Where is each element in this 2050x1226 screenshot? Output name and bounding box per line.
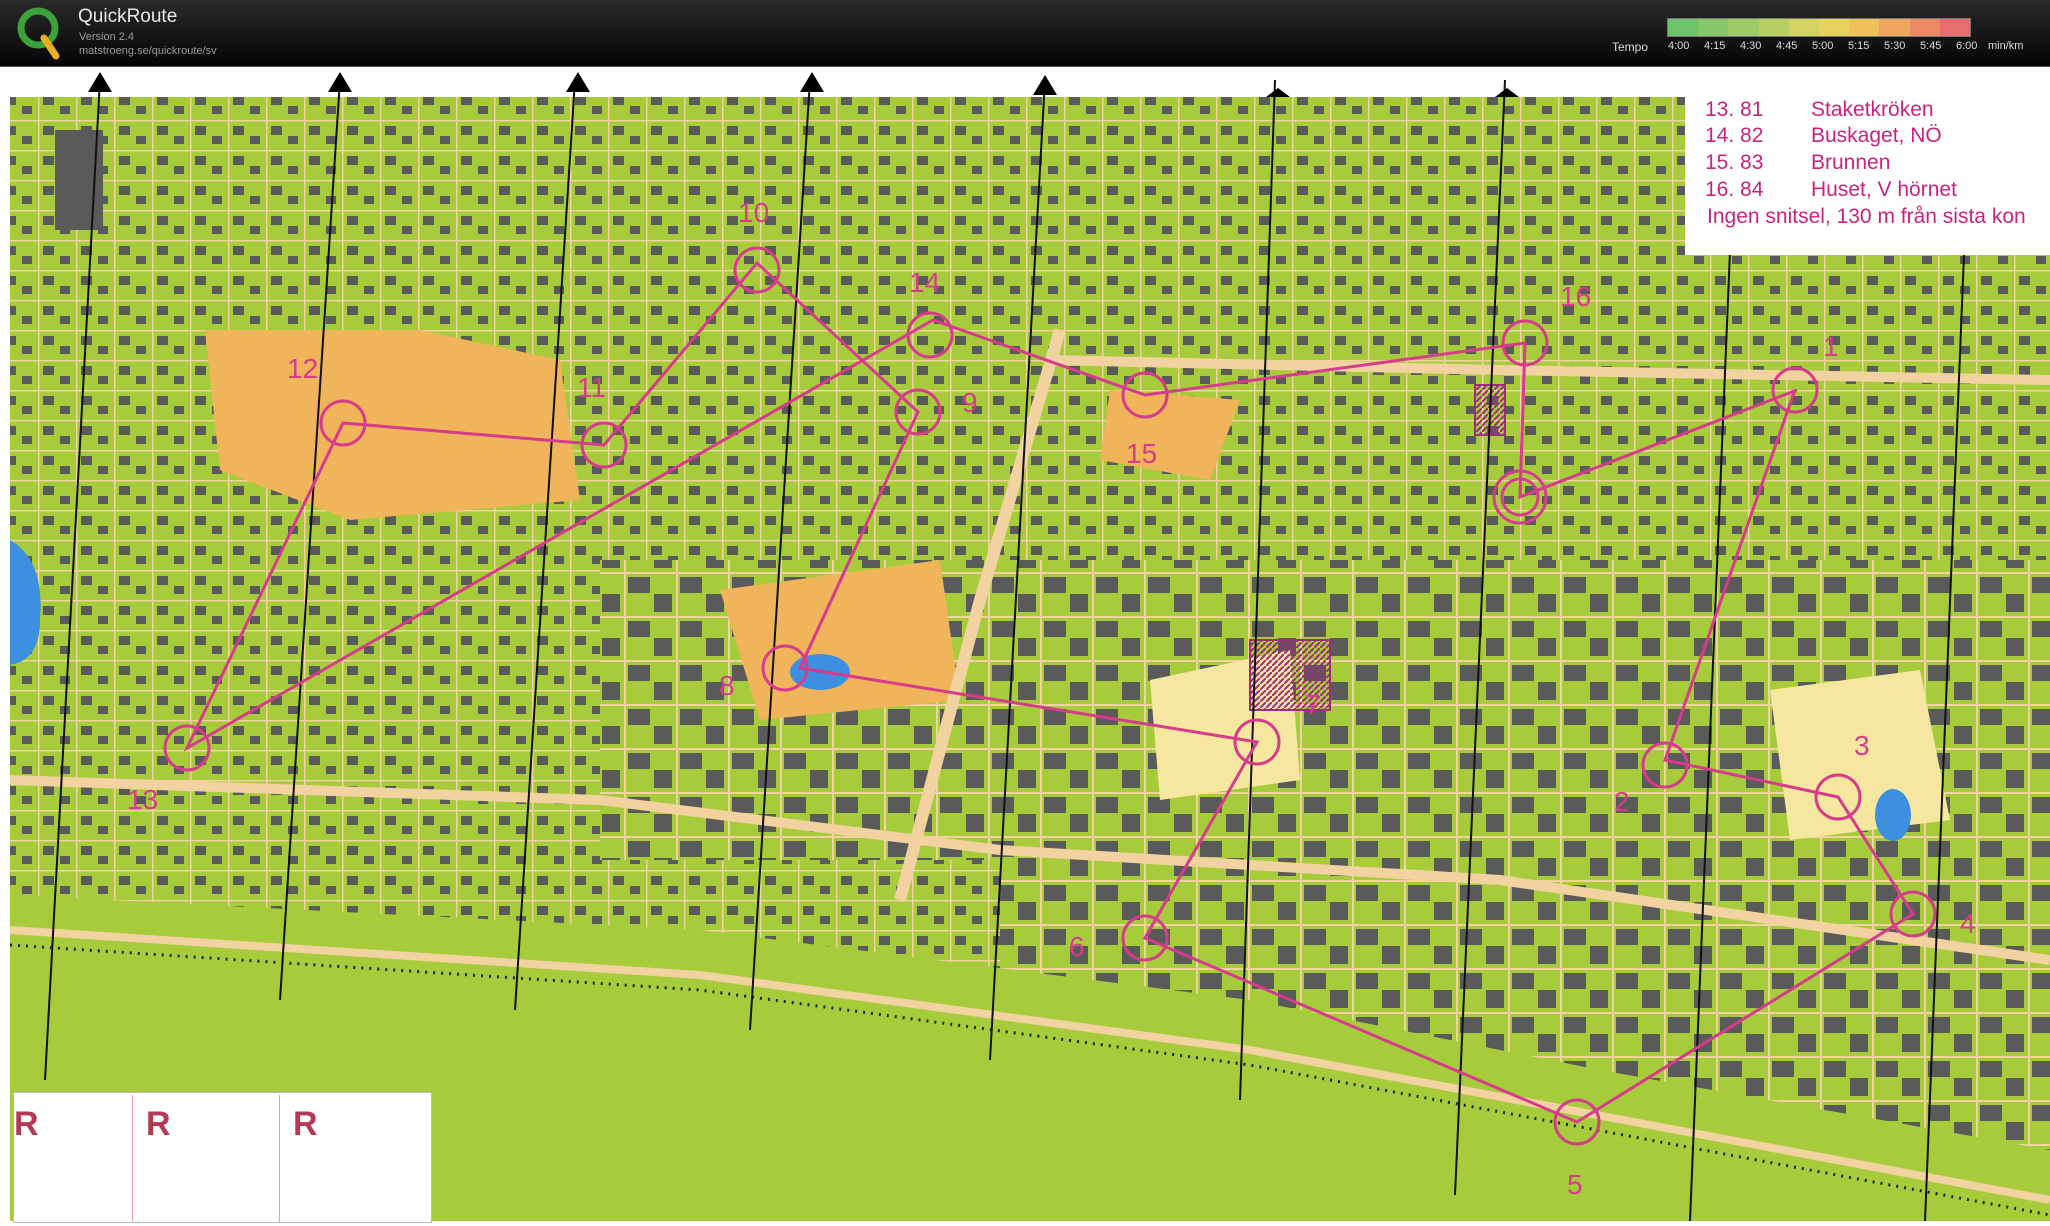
control-label-2: 2 (1614, 786, 1630, 817)
tempo-scale-segment (1788, 19, 1820, 36)
tempo-tick-label: 5:00 (1812, 40, 1834, 52)
tempo-scale-segment (1909, 19, 1940, 36)
tempo-unit: min/km (1988, 40, 2024, 52)
r-marker-box: R R R (13, 1092, 432, 1223)
r-marker: R (14, 1105, 39, 1143)
tempo-scale-segment (1939, 19, 1971, 36)
tempo-scale-segment (1668, 19, 1699, 36)
legend-footer: Ingen snitsel, 130 m från sista kon (1707, 205, 2026, 228)
tempo-color-scale (1667, 18, 1971, 37)
tempo-tick-label: 5:15 (1848, 40, 1870, 52)
tempo-scale-segment (1819, 19, 1850, 36)
pond-3 (1875, 789, 1911, 841)
control-label-7: 7 (1305, 689, 1321, 720)
control-label-8: 8 (719, 670, 735, 701)
tempo-scale-segment (1698, 19, 1729, 36)
quickroute-logo-icon (17, 7, 60, 60)
legend-row: 16. 84 Huset, V hörnet (1705, 178, 1957, 201)
control-label-5: 5 (1567, 1169, 1583, 1200)
control-label-11: 11 (577, 372, 607, 403)
control-description-panel: 13. 81 Staketkröken 14. 82 Buskaget, NÖ 15… (1685, 67, 2050, 255)
tempo-tick-label: 4:45 (1776, 40, 1798, 52)
tempo-scale-segment (1758, 19, 1789, 36)
control-label-6: 6 (1069, 931, 1085, 962)
route-arrow-icons (88, 72, 1519, 97)
control-label-13: 13 (127, 784, 159, 815)
tempo-scale-segment (1849, 19, 1880, 36)
app-version: Version 2.4 (79, 31, 135, 43)
control-label-12: 12 (287, 353, 319, 384)
control-label-3: 3 (1854, 730, 1870, 761)
tempo-tick-label: 4:30 (1740, 40, 1762, 52)
app-url[interactable]: matstroeng.se/quickroute/sv (79, 45, 217, 57)
r-marker: R (146, 1105, 171, 1143)
app-title: QuickRoute (78, 6, 178, 27)
tempo-tick-label: 4:15 (1704, 40, 1726, 52)
tempo-tick-label: 5:30 (1884, 40, 1906, 52)
control-label-9: 9 (962, 387, 978, 418)
control-label-10: 10 (738, 197, 770, 228)
control-label-4: 4 (1960, 908, 1976, 939)
legend-row: 15. 83 Brunnen (1705, 151, 1891, 174)
tempo-scale-segment (1879, 19, 1910, 36)
tempo-tick-label: 6:00 (1956, 40, 1978, 52)
control-label-14: 14 (909, 267, 941, 298)
control-label-16: 16 (1560, 281, 1592, 312)
control-label-1: 1 (1823, 331, 1839, 362)
tempo-ticks: 4:00 4:15 4:30 4:45 5:00 5:15 5:30 5:45 6:00 (1668, 40, 1992, 52)
tempo-label: Tempo (1612, 40, 1649, 54)
tempo-scale-segment (1728, 19, 1759, 36)
control-label-15: 15 (1126, 438, 1158, 469)
tempo-tick-label: 5:45 (1920, 40, 1942, 52)
legend-row: 13. 81 Staketkröken (1705, 98, 1934, 121)
app-header: QuickRoute Version 2.4 matstroeng.se/qui… (0, 0, 2050, 68)
r-marker: R (293, 1105, 318, 1143)
legend-row: 14. 82 Buskaget, NÖ (1705, 124, 1942, 147)
tempo-tick-label: 4:00 (1668, 40, 1690, 52)
